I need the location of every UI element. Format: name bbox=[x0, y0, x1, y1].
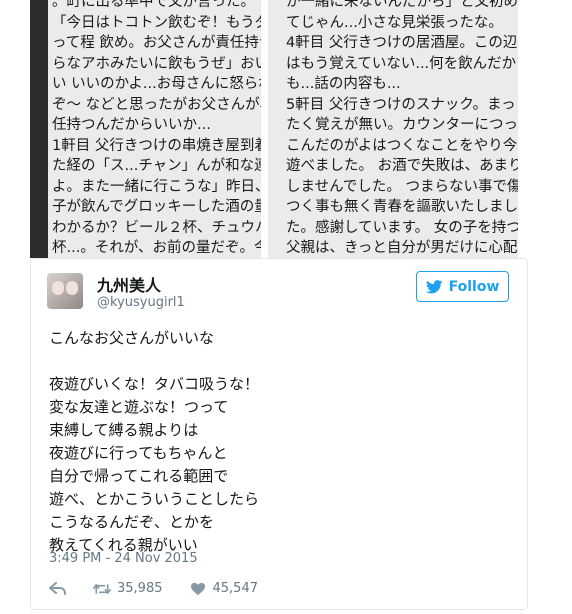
heart-icon bbox=[190, 582, 205, 595]
tweet-actions: 35,985 45,547 bbox=[49, 581, 284, 596]
retweet-icon bbox=[93, 583, 111, 594]
like-button[interactable]: 45,547 bbox=[189, 581, 259, 596]
follow-label: Follow bbox=[448, 278, 500, 295]
avatar[interactable] bbox=[47, 273, 83, 309]
twitter-bird-icon bbox=[425, 279, 443, 293]
letter-text-left: 。町に出る準中で父が言った。 「今日はトコトン飲むぞ！もうダメ って程 飲め。お… bbox=[48, 0, 261, 258]
tweet-timestamp[interactable]: 3:49 PM - 24 Nov 2015 bbox=[49, 551, 198, 566]
tweet-card: 九州美人 @kyusyugirl1 Follow こんなお父さんがいいな 夜遊び… bbox=[30, 258, 528, 610]
letter-photo-left: 。町に出る準中で父が言った。 「今日はトコトン飲むぞ！もうダメ って程 飲め。お… bbox=[30, 0, 261, 258]
reply-icon bbox=[49, 581, 66, 595]
tweet-text: こんなお父さんがいいな 夜遊びいくな！タバコ吸うな！ 変な友達と遊ぶな！つって … bbox=[49, 329, 260, 554]
reply-button[interactable] bbox=[49, 581, 67, 596]
retweet-count: 35,985 bbox=[117, 581, 163, 596]
like-count: 45,547 bbox=[212, 581, 259, 596]
letter-text-right: か一緒に来ないんだから」と父初め てじゃん...小さな見栄張ったな。 4軒目 父… bbox=[268, 0, 518, 258]
retweet-button[interactable]: 35,985 bbox=[93, 581, 163, 596]
display-name[interactable]: 九州美人 bbox=[97, 272, 161, 296]
letter-photo-right: か一緒に来ないんだから」と父初め てじゃん...小さな見栄張ったな。 4軒目 父… bbox=[268, 0, 518, 258]
user-handle[interactable]: @kyusyugirl1 bbox=[97, 295, 185, 310]
follow-button[interactable]: Follow bbox=[416, 271, 509, 302]
